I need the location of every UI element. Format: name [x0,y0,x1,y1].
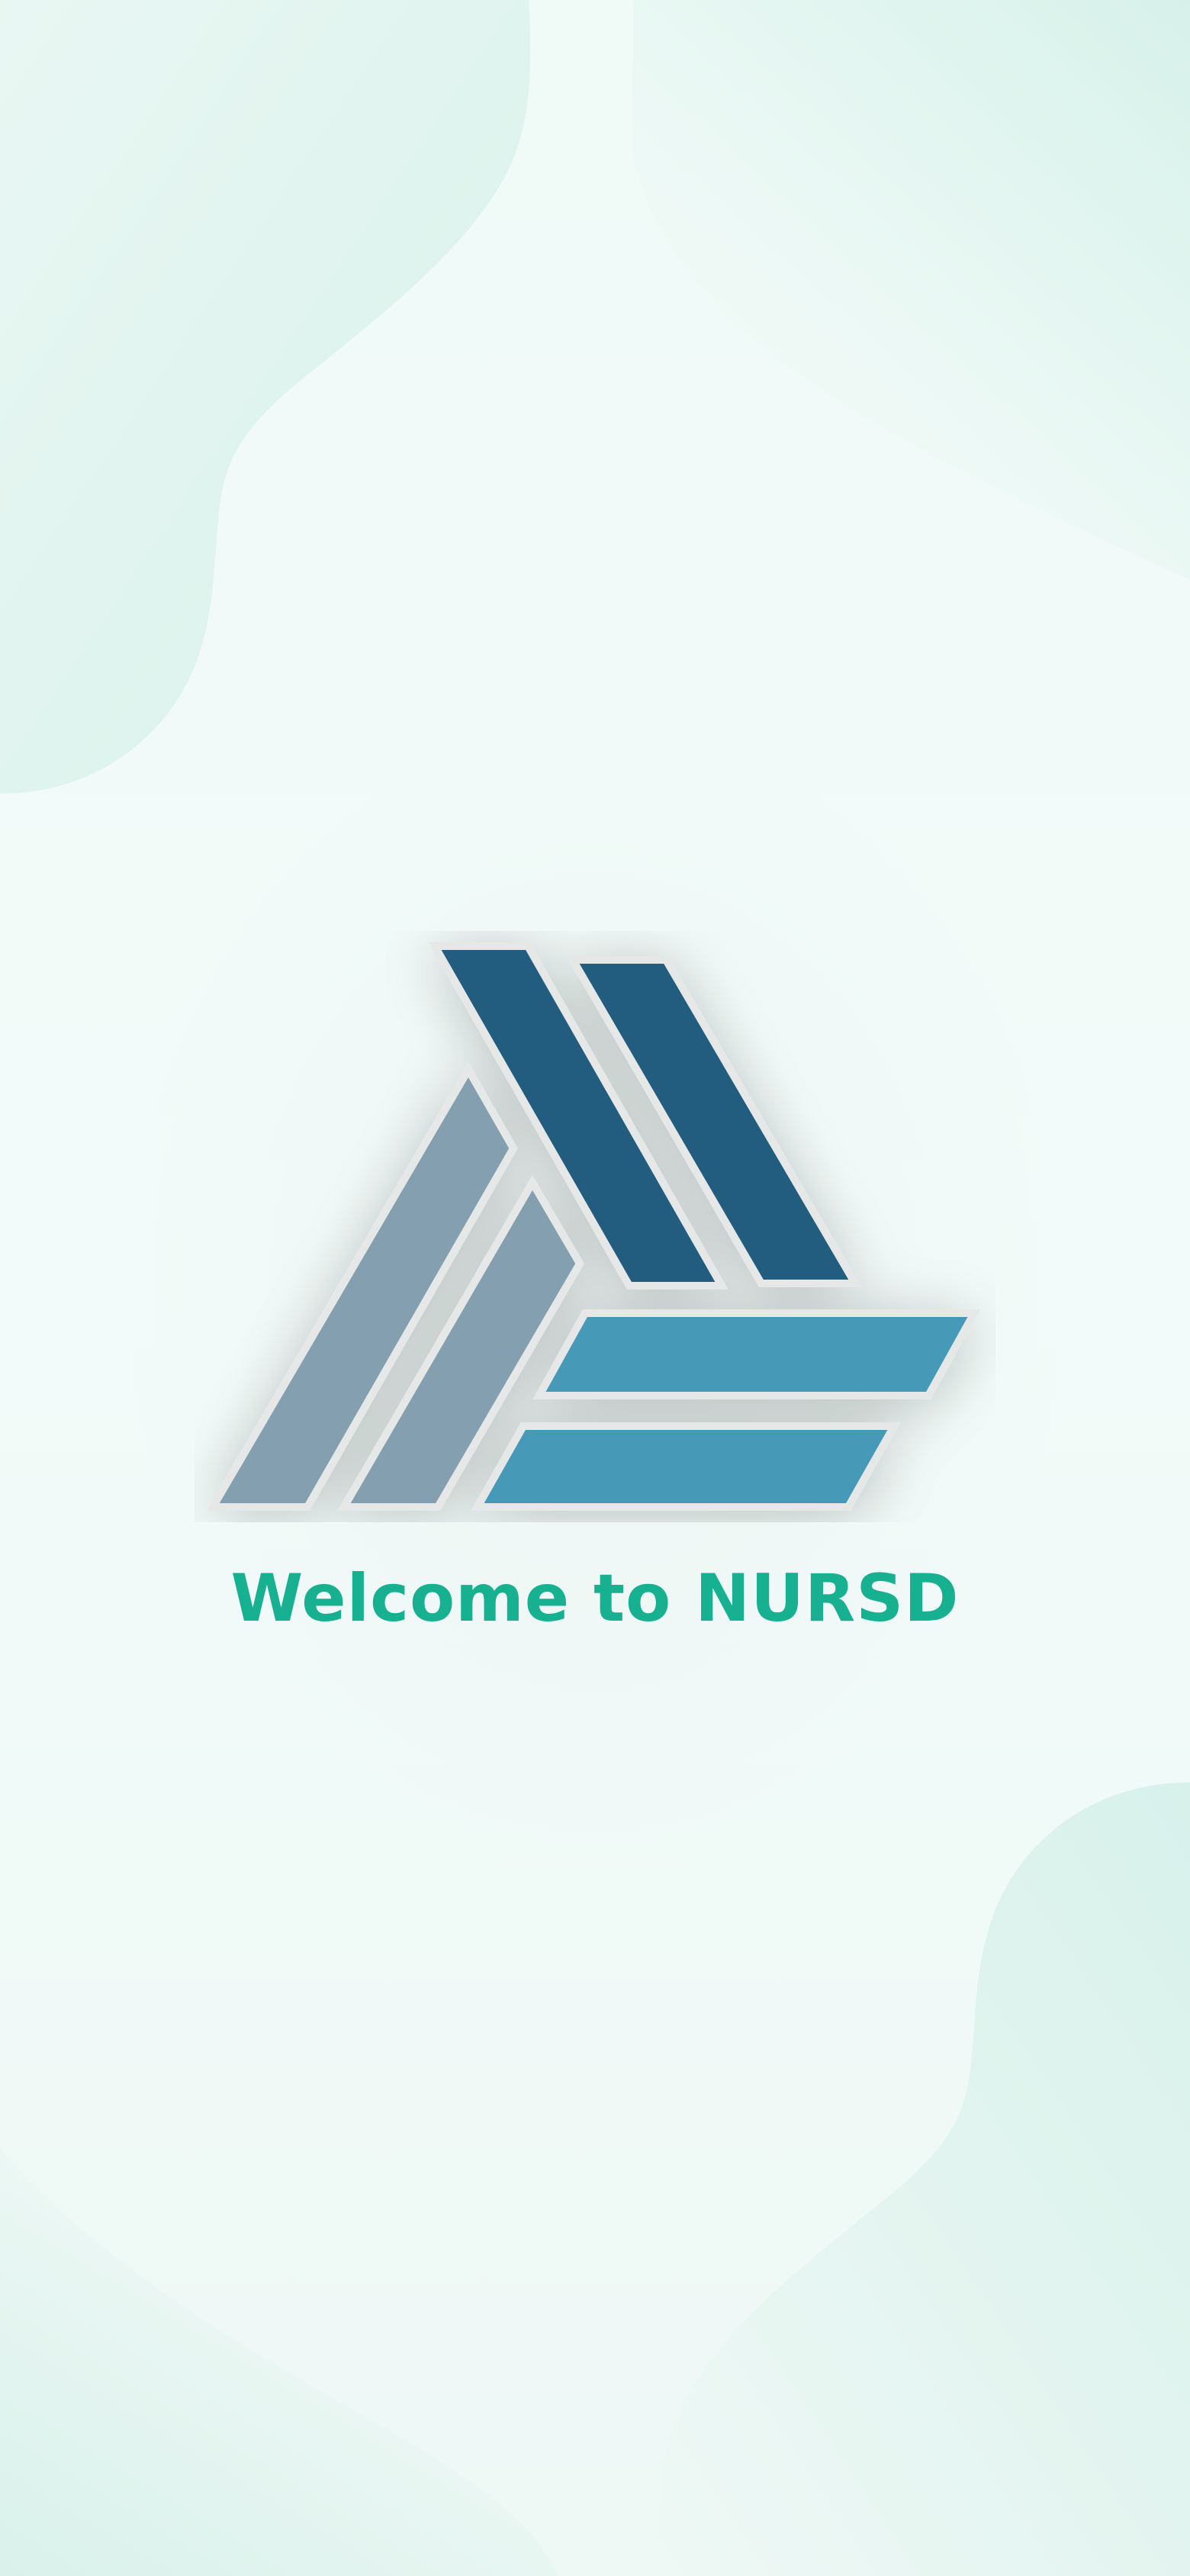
splash-screen: Welcome to NURSD [0,0,1190,2576]
decorative-blob-bottom-left [0,2149,557,2576]
decorative-blob-bottom-right [659,1782,1190,2576]
decorative-blob-top-left [0,0,531,794]
decorative-blob-top-right [633,0,1190,580]
logo-bar-teal-top [532,1309,981,1399]
nursd-logo [195,931,995,1522]
welcome-title: Welcome to NURSD [230,1560,960,1637]
logo-bar-teal-bottom [471,1422,901,1511]
nursd-logo-icon [206,942,981,1511]
